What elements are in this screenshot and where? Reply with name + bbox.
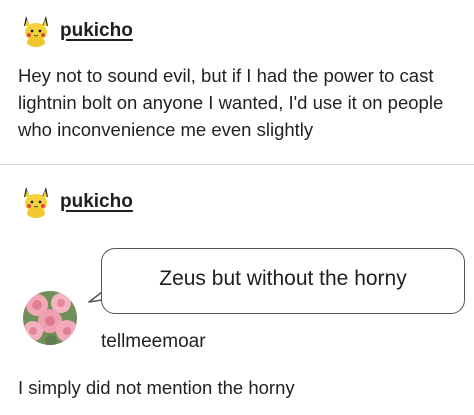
username-link[interactable]: pukicho — [60, 191, 133, 213]
roses-avatar-icon[interactable] — [23, 291, 77, 345]
bubble-text: Zeus but without the horny — [159, 267, 407, 290]
post-text: Hey not to sound evil, but if I had the … — [18, 65, 444, 140]
username-link[interactable]: pukicho — [60, 20, 133, 42]
reply-text: I simply did not mention the horny — [18, 377, 295, 398]
pikachu-avatar-icon[interactable] — [18, 12, 54, 48]
post-divider — [0, 164, 474, 165]
username-link[interactable]: tellmeemoar — [101, 331, 206, 353]
speech-bubble-tail — [88, 292, 102, 303]
speech-bubble: Zeus but without the horny — [101, 248, 465, 314]
pikachu-avatar-icon[interactable] — [18, 183, 54, 219]
